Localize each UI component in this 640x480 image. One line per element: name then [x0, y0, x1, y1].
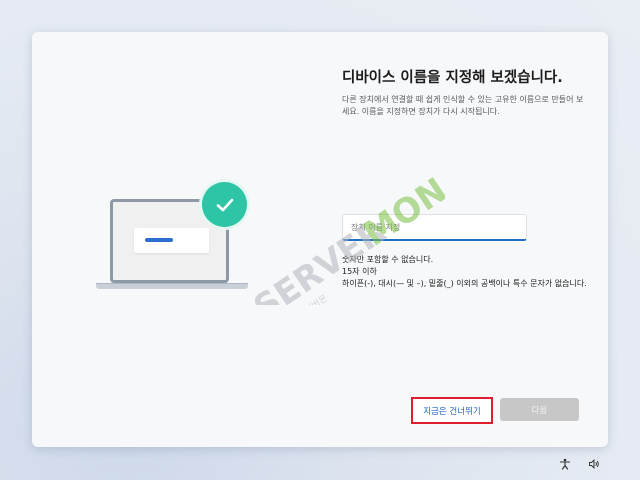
- naming-rules: 숫자만 포함할 수 없습니다. 15자 이하 하이픈(-), 대시(— 및 –)…: [342, 254, 587, 290]
- skip-for-now-button[interactable]: 지금은 건너뛰기: [411, 397, 493, 424]
- device-name-input[interactable]: [342, 214, 527, 241]
- rule-item: 숫자만 포함할 수 없습니다.: [342, 255, 434, 264]
- page-title: 디바이스 이름을 지정해 보겠습니다.: [342, 70, 563, 86]
- laptop-illustration-base: [96, 283, 248, 289]
- checkmark-icon: [202, 182, 247, 227]
- laptop-illustration-bar: [145, 238, 173, 242]
- volume-icon[interactable]: [588, 458, 600, 470]
- next-button[interactable]: 다음: [500, 398, 579, 421]
- accessibility-icon[interactable]: [559, 458, 571, 470]
- page-description: 다른 장치에서 연결할 때 쉽게 인식할 수 있는 고유한 이름으로 만들어 보…: [342, 95, 584, 116]
- rule-item: 15자 이하: [342, 267, 377, 276]
- rule-item: 하이픈(-), 대시(— 및 –), 밑줄(_) 이외의 공백이나 특수 문자가…: [342, 279, 587, 288]
